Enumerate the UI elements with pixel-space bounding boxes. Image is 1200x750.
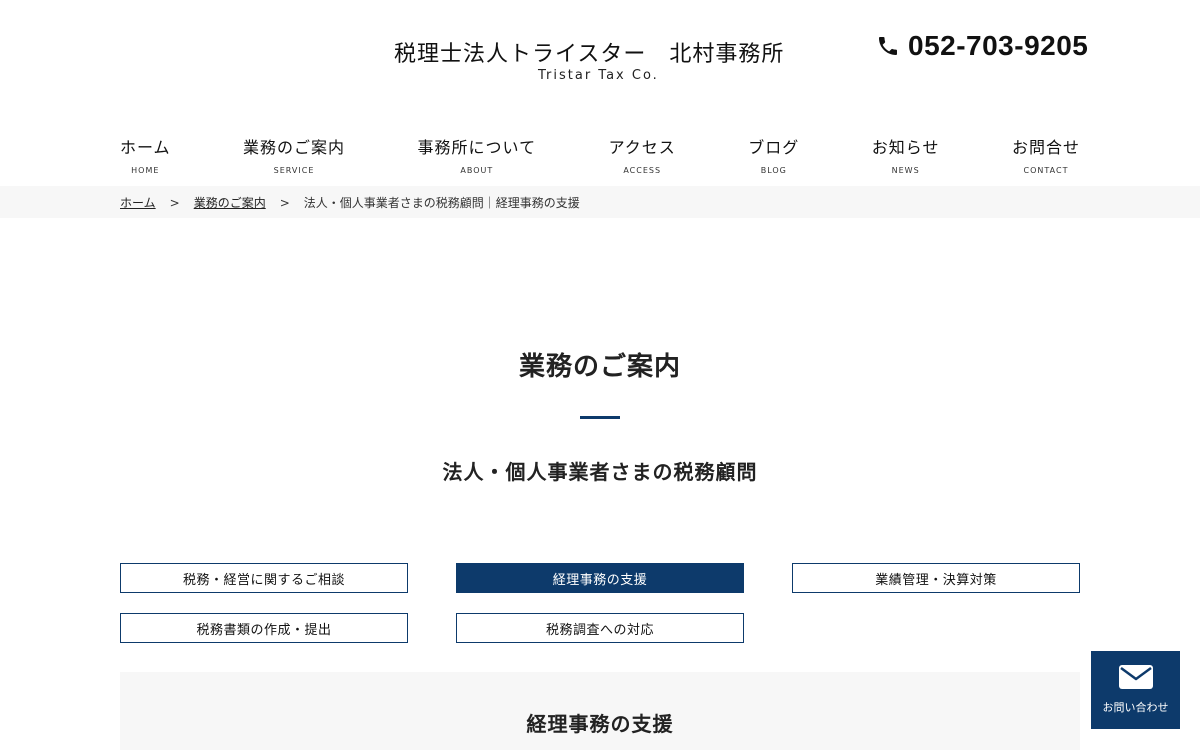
nav-item-label: アクセス	[608, 138, 676, 157]
breadcrumb: ホーム > 業務のご案内 > 法人・個人事業者さまの税務顧問｜経理事務の支援	[120, 194, 580, 211]
subnav-button-performance[interactable]: 業績管理・決算対策	[792, 563, 1080, 593]
phone-number: 052-703-9205	[908, 30, 1089, 61]
nav-item-sublabel: HOME	[131, 166, 160, 175]
nav-item-access[interactable]: アクセス ACCESS	[609, 134, 676, 178]
nav-item-sublabel: BLOG	[760, 166, 787, 175]
section-title: 経理事務の支援	[526, 712, 674, 736]
phone-icon	[879, 37, 897, 55]
subnav-button-tax-audit[interactable]: 税務調査への対応	[456, 613, 744, 643]
contact-label: お問い合わせ	[1102, 701, 1169, 714]
title-underline	[580, 416, 620, 419]
site-logo[interactable]: 税理士法人トライスター 北村事務所 Tristar Tax Co.	[394, 36, 814, 83]
nav-item-blog[interactable]: ブログ BLOG	[748, 134, 799, 178]
subnav-button-consultation[interactable]: 税務・経営に関するご相談	[120, 563, 408, 593]
nav-item-news[interactable]: お知らせ NEWS	[872, 134, 940, 178]
nav-item-contact[interactable]: お問合せ CONTACT	[1012, 134, 1080, 178]
nav-item-label: ブログ	[748, 138, 800, 157]
section-bookkeeping: 経理事務の支援	[120, 672, 1080, 750]
breadcrumb-separator: >	[169, 195, 180, 210]
nav-item-label: お知らせ	[871, 138, 940, 157]
nav-item-label: ホーム	[120, 138, 171, 157]
nav-item-sublabel: NEWS	[891, 166, 920, 175]
logo-sub-text: Tristar Tax Co.	[538, 68, 659, 83]
page-subtitle: 法人・個人事業者さまの税務顧問	[442, 460, 758, 484]
nav-item-sublabel: ABOUT	[460, 166, 494, 175]
logo-main-text: 税理士法人トライスター 北村事務所	[394, 42, 785, 67]
mail-icon	[1118, 665, 1153, 689]
nav-item-about[interactable]: 事務所について ABOUT	[418, 134, 537, 178]
breadcrumb-separator: >	[279, 195, 290, 210]
nav-item-service[interactable]: 業務のご案内 SERVICE	[243, 134, 345, 178]
breadcrumb-current: 法人・個人事業者さまの税務顧問｜経理事務の支援	[303, 196, 580, 210]
nav-item-label: 業務のご案内	[243, 138, 346, 157]
floating-contact-button[interactable]: お問い合わせ	[1091, 651, 1180, 729]
global-nav: ホーム HOME 業務のご案内 SERVICE 事務所について ABOUT アク…	[120, 134, 1080, 178]
nav-item-label: 事務所について	[417, 138, 537, 157]
nav-item-sublabel: SERVICE	[273, 166, 315, 175]
site-header: 税理士法人トライスター 北村事務所 Tristar Tax Co. 052-70…	[0, 0, 1200, 175]
nav-item-home[interactable]: ホーム HOME	[120, 134, 171, 178]
subnav-button-bookkeeping[interactable]: 経理事務の支援	[456, 563, 744, 593]
breadcrumb-bar: ホーム > 業務のご案内 > 法人・個人事業者さまの税務顧問｜経理事務の支援	[0, 186, 1200, 218]
subnav-button-tax-documents[interactable]: 税務書類の作成・提出	[120, 613, 408, 643]
nav-item-sublabel: CONTACT	[1023, 166, 1069, 175]
page-title: 業務のご案内	[518, 352, 681, 382]
phone-contact[interactable]: 052-703-9205	[876, 30, 1088, 62]
breadcrumb-link-home[interactable]: ホーム	[120, 194, 156, 211]
breadcrumb-link-service[interactable]: 業務のご案内	[194, 194, 266, 211]
nav-item-label: お問合せ	[1011, 138, 1080, 157]
nav-item-sublabel: ACCESS	[623, 166, 662, 175]
